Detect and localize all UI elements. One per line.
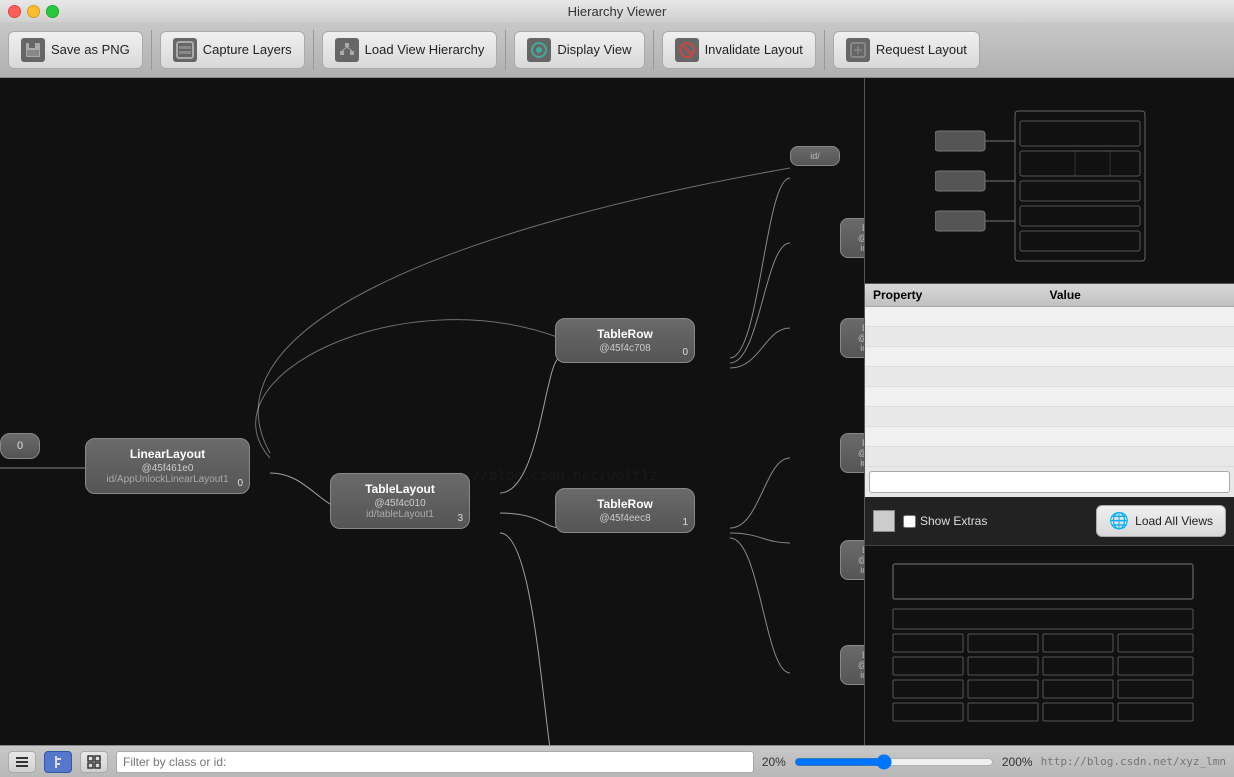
bottom-wireframe-svg <box>873 554 1213 734</box>
table-row-1-title: TableRow <box>566 327 684 341</box>
zoom-min-label: 20% <box>762 755 786 769</box>
minimize-button[interactable] <box>27 5 40 18</box>
small-node-3[interactable]: B @4 id/ <box>840 318 864 358</box>
invalidate-icon <box>675 38 699 62</box>
save-as-png-button[interactable]: Save as PNG <box>8 31 143 69</box>
canvas-area[interactable]: http://blog.csdn.net/wolflz <box>0 78 864 745</box>
small-node-2[interactable]: B @4 id/ <box>840 218 864 258</box>
prop-row <box>865 427 1234 447</box>
separator3 <box>505 30 506 70</box>
tree-icon <box>50 754 66 770</box>
left-edge-node[interactable]: 0 <box>0 433 40 459</box>
grid-view-button[interactable] <box>80 751 108 773</box>
small-node-6[interactable]: B @4 id/ <box>840 645 864 685</box>
table-layout-title: TableLayout <box>341 482 459 496</box>
prop-row <box>865 407 1234 427</box>
list-icon <box>14 754 30 770</box>
table-row-2-node[interactable]: TableRow @45f4eec8 1 <box>555 488 695 533</box>
statusbar: 20% 200% http://blog.csdn.net/xyz_lmn <box>0 745 1234 777</box>
show-extras-row: Show Extras 🌐 Load All Views <box>873 505 1226 537</box>
status-watermark: http://blog.csdn.net/xyz_lmn <box>1041 755 1226 768</box>
preview-top <box>865 78 1234 284</box>
small-node-5[interactable]: B @4 id/ <box>840 540 864 580</box>
display-icon <box>527 38 551 62</box>
close-button[interactable] <box>8 5 21 18</box>
prop-row <box>865 387 1234 407</box>
prop-header-property: Property <box>873 288 1050 302</box>
table-layout-addr: @45f4c010 <box>341 498 459 509</box>
property-search-input[interactable] <box>869 471 1230 493</box>
table-row-2-addr: @45f4eec8 <box>566 513 684 524</box>
linear-layout-title: LinearLayout <box>96 447 239 461</box>
display-view-button[interactable]: Display View <box>514 31 644 69</box>
right-panel: Property Value <box>864 78 1234 745</box>
request-layout-button[interactable]: Request Layout <box>833 31 980 69</box>
prop-header-value: Value <box>1050 288 1227 302</box>
capture-layers-button[interactable]: Capture Layers <box>160 31 305 69</box>
table-row-2-title: TableRow <box>566 497 684 511</box>
small-node-1[interactable]: id/ <box>790 146 840 166</box>
tree-view-button[interactable] <box>44 751 72 773</box>
table-layout-id: id/tableLayout1 <box>341 509 459 520</box>
table-row-1-node[interactable]: TableRow @45f4c708 0 <box>555 318 695 363</box>
zoom-max-label: 200% <box>1002 755 1033 769</box>
toolbar: Save as PNG Capture Layers Load View Hie… <box>0 22 1234 78</box>
save-icon <box>21 38 45 62</box>
traffic-lights <box>8 5 59 18</box>
connection-lines <box>0 78 864 745</box>
grid-icon <box>86 754 102 770</box>
prop-header: Property Value <box>865 284 1234 307</box>
preview-bottom <box>865 545 1234 745</box>
load-view-hierarchy-button[interactable]: Load View Hierarchy <box>322 31 498 69</box>
capture-icon <box>173 38 197 62</box>
show-extras-label[interactable]: Show Extras <box>903 514 987 528</box>
table-layout-node[interactable]: TableLayout @45f4c010 id/tableLayout1 3 <box>330 473 470 529</box>
wireframe-svg <box>935 91 1165 271</box>
zoom-slider[interactable] <box>794 754 994 770</box>
separator4 <box>653 30 654 70</box>
invalidate-layout-button[interactable]: Invalidate Layout <box>662 31 816 69</box>
load-all-views-button[interactable]: 🌐 Load All Views <box>1096 505 1226 537</box>
hierarchy-icon <box>335 38 359 62</box>
maximize-button[interactable] <box>46 5 59 18</box>
prop-row <box>865 327 1234 347</box>
linear-layout-id: id/AppUnlockLinearLayout1 <box>96 474 239 485</box>
titlebar: Hierarchy Viewer <box>0 0 1234 22</box>
linear-layout-node[interactable]: LinearLayout @45f461e0 id/AppUnlockLinea… <box>85 438 250 494</box>
main-area: http://blog.csdn.net/wolflz <box>0 78 1234 745</box>
linear-layout-addr: @45f461e0 <box>96 463 239 474</box>
list-view-button[interactable] <box>8 751 36 773</box>
properties-panel: Property Value <box>865 284 1234 497</box>
prop-row <box>865 307 1234 327</box>
prop-row <box>865 347 1234 367</box>
show-extras-checkbox[interactable] <box>903 515 916 528</box>
right-bottom-bar: Show Extras 🌐 Load All Views <box>865 497 1234 545</box>
prop-rows <box>865 307 1234 467</box>
separator2 <box>313 30 314 70</box>
small-node-4[interactable]: B @4 id/ <box>840 433 864 473</box>
request-icon <box>846 38 870 62</box>
filter-input[interactable] <box>116 751 754 773</box>
color-swatch[interactable] <box>873 510 895 532</box>
prop-row <box>865 447 1234 467</box>
table-row-1-addr: @45f4c708 <box>566 343 684 354</box>
separator <box>151 30 152 70</box>
app-title: Hierarchy Viewer <box>568 4 667 19</box>
prop-row <box>865 367 1234 387</box>
separator5 <box>824 30 825 70</box>
